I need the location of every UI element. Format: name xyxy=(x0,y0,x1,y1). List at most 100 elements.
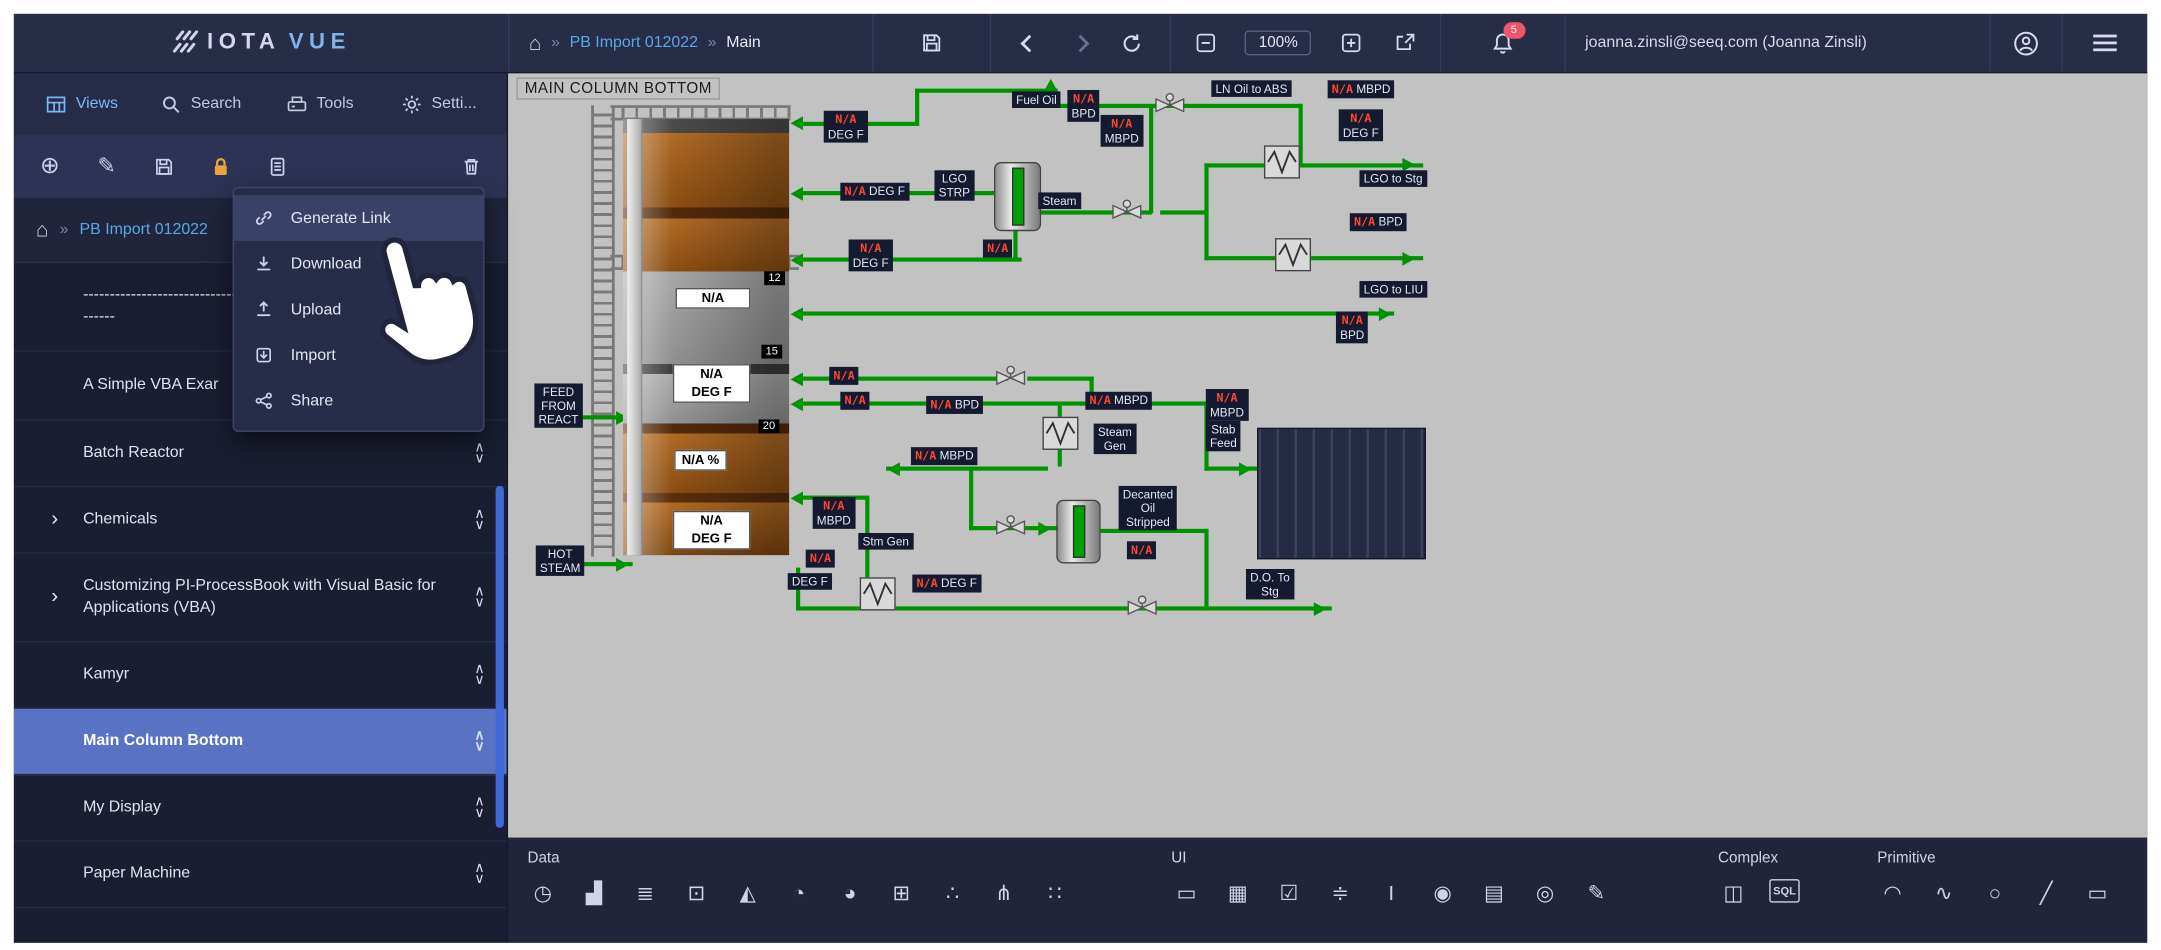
process-label: N/ABPD xyxy=(1067,90,1100,122)
ellipse-icon[interactable]: ○ xyxy=(1980,879,2010,907)
reorder-control[interactable]: ∧∨ xyxy=(474,586,484,608)
nav-back-button[interactable] xyxy=(1014,28,1044,58)
sidebar-breadcrumb-link[interactable]: PB Import 012022 xyxy=(80,222,208,239)
reorder-control[interactable]: ∧∨ xyxy=(474,509,484,531)
top-bar: IOTAVUE ⌂ » PB Import 012022 » Main 1 xyxy=(14,14,2147,74)
menu-item-download[interactable]: Download xyxy=(234,241,483,287)
arc-icon[interactable]: ◠ xyxy=(1877,879,1907,907)
list-item-paper-machine[interactable]: Paper Machine∧∨ xyxy=(14,842,507,908)
save-view-button[interactable] xyxy=(150,152,178,180)
list-item-main-column-bottom[interactable]: Main Column Bottom∧∨ xyxy=(14,709,507,775)
zoom-level[interactable]: 100% xyxy=(1245,30,1312,55)
flow-arrow xyxy=(790,253,802,267)
process-label: N/A xyxy=(840,392,870,410)
menu-item-share[interactable]: Share xyxy=(234,378,483,424)
flow-arrow xyxy=(1038,522,1050,536)
line-icon[interactable]: ╱ xyxy=(2031,879,2061,907)
menu-item-generate-link[interactable]: Generate Link xyxy=(234,195,483,241)
value-box: N/ADEG F xyxy=(673,364,751,403)
menu-item-import[interactable]: Import xyxy=(234,332,483,378)
heatmap-icon[interactable]: ∴ xyxy=(937,879,967,907)
document-menu-button[interactable] xyxy=(263,152,291,180)
list-item-my-display[interactable]: My Display∧∨ xyxy=(14,775,507,841)
account-icon[interactable] xyxy=(2011,28,2041,58)
home-icon[interactable]: ⌂ xyxy=(529,31,542,55)
table-icon[interactable]: ⊞ xyxy=(886,879,916,907)
slider-icon[interactable]: ≑ xyxy=(1325,879,1355,907)
process-label: Steam xyxy=(1038,192,1080,209)
breadcrumb-link[interactable]: PB Import 012022 xyxy=(570,35,698,52)
curve-icon[interactable]: ∿ xyxy=(1928,879,1958,907)
list-item-chemicals[interactable]: ›Chemicals∧∨ xyxy=(14,487,507,553)
reorder-control[interactable]: ∧∨ xyxy=(474,442,484,464)
rect-icon[interactable]: ▭ xyxy=(2082,879,2112,907)
checkbox-icon[interactable]: ☑ xyxy=(1274,879,1304,907)
process-label: LN Oil to ABS xyxy=(1211,80,1291,97)
button-icon[interactable]: ▭ xyxy=(1171,879,1201,907)
hamburger-menu-icon[interactable] xyxy=(2090,28,2120,58)
display-canvas[interactable]: MAIN COLUMN BOTTOM N/ABPDFuel OilLN Oil … xyxy=(508,73,2147,837)
open-external-icon[interactable] xyxy=(1390,28,1420,58)
tray-number: 12 xyxy=(764,271,785,285)
reorder-control[interactable]: ∧∨ xyxy=(474,730,484,752)
process-label: FEEDFROMREACT xyxy=(534,383,582,427)
text-cursor-icon[interactable]: Ι xyxy=(1376,879,1406,907)
flow-arrow xyxy=(1402,252,1414,266)
toggle-icon[interactable]: ◉ xyxy=(1427,879,1457,907)
process-label: Fuel Oil xyxy=(1012,91,1061,108)
list-item-customizing-pi-processbook-with-visual-basic-for-applications-vba[interactable]: ›Customizing PI-ProcessBook with Visual … xyxy=(14,554,507,643)
nav-forward-button[interactable] xyxy=(1065,28,1095,58)
sql-icon[interactable]: SQL xyxy=(1769,879,1799,903)
pie-chart-icon[interactable]: ◔ xyxy=(784,879,814,907)
toolbox-group-complex: Complex◫SQL xyxy=(1718,850,1877,943)
level-list-icon[interactable]: ≣ xyxy=(630,879,660,907)
sidebar-scrollbar[interactable] xyxy=(496,486,504,828)
trash-button[interactable] xyxy=(457,152,485,180)
process-label: N/A MBPD xyxy=(1328,80,1395,98)
edit-button[interactable]: ✎ xyxy=(93,152,121,180)
process-label: N/A DEG F xyxy=(912,575,981,593)
refresh-button[interactable] xyxy=(1117,28,1147,58)
donut-gauge-icon[interactable]: ◕ xyxy=(835,879,865,907)
expand-chevron-icon[interactable]: › xyxy=(51,582,58,610)
flow-arrow xyxy=(790,372,802,386)
toolbox-group-primitive: Primitive◠∿○╱▭ xyxy=(1877,850,2112,943)
calendar-icon[interactable]: ▦ xyxy=(1222,879,1252,907)
home-icon[interactable]: ⌂ xyxy=(36,218,49,242)
radio-icon[interactable]: ◎ xyxy=(1530,879,1560,907)
edit-icon[interactable]: ✎ xyxy=(1581,879,1611,907)
upload-icon xyxy=(255,300,276,318)
menu-item-upload[interactable]: Upload xyxy=(234,287,483,333)
process-label: N/AMBPD xyxy=(813,497,855,529)
bar-chart-icon[interactable]: ▟ xyxy=(579,879,609,907)
notification-badge: 5 xyxy=(1503,22,1525,39)
flow-arrow xyxy=(1314,602,1326,616)
expand-chevron-icon[interactable]: › xyxy=(51,505,58,533)
toolbox-group-ui: UI▭▦☑≑Ι◉▤◎✎ xyxy=(1171,850,1718,943)
value-input-icon[interactable]: ⊡ xyxy=(681,879,711,907)
lock-icon[interactable] xyxy=(206,152,234,180)
zoom-in-button[interactable] xyxy=(1336,28,1366,58)
tab-search[interactable]: Search xyxy=(141,73,260,134)
trend-chart-icon[interactable]: ◭ xyxy=(732,879,762,907)
reorder-control[interactable]: ∧∨ xyxy=(474,863,484,885)
notifications-button[interactable]: 5 xyxy=(1488,28,1518,58)
pipe xyxy=(1027,377,1093,381)
pipe xyxy=(1149,107,1153,214)
reorder-control[interactable]: ∧∨ xyxy=(474,797,484,819)
tab-tools[interactable]: Tools xyxy=(260,73,379,134)
reorder-control[interactable]: ∧∨ xyxy=(474,664,484,686)
heat-exchanger xyxy=(1042,417,1078,450)
flow-arrow xyxy=(1379,307,1391,321)
map-icon[interactable]: ◫ xyxy=(1718,879,1748,907)
add-button[interactable]: ⊕ xyxy=(36,152,64,180)
textarea-icon[interactable]: ▤ xyxy=(1479,879,1509,907)
gauge-icon[interactable]: ◷ xyxy=(527,879,557,907)
tab-setti[interactable]: Setti... xyxy=(379,73,498,134)
tree-icon[interactable]: ⋔ xyxy=(988,879,1018,907)
zoom-out-button[interactable] xyxy=(1191,28,1221,58)
list-item-kamyr[interactable]: Kamyr∧∨ xyxy=(14,642,507,708)
tab-views[interactable]: Views xyxy=(22,73,141,134)
save-button[interactable] xyxy=(916,28,946,58)
scatter-icon[interactable]: ∷ xyxy=(1040,879,1070,907)
